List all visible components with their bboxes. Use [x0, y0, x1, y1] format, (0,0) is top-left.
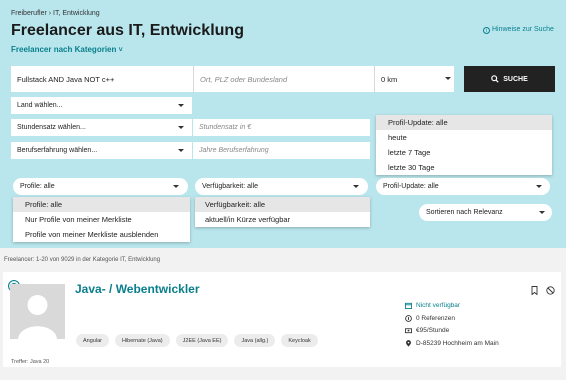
caret-down-icon	[173, 185, 179, 188]
search-button[interactable]: SUCHE	[464, 66, 555, 92]
references-icon	[405, 315, 412, 322]
category-link-label: Freelancer nach Kategorien	[11, 45, 117, 54]
references-text: 0 Referenzen	[416, 315, 456, 322]
skill-tags: Angular Hibernate (Java) J2EE (Java EE) …	[76, 334, 318, 347]
profile-update-filter[interactable]: Profil-Update: alle	[376, 178, 550, 195]
dropdown-option[interactable]: letzte 7 Tage	[376, 145, 552, 160]
hide-icon[interactable]	[546, 282, 555, 295]
dropdown-option[interactable]: Verfügbarkeit: alle	[195, 197, 370, 212]
dropdown-option[interactable]: Profile: alle	[13, 197, 190, 212]
location-input[interactable]: Ort, PLZ oder Bundesland	[194, 66, 374, 92]
dropdown-option[interactable]: Nur Profile von meiner Merkliste	[13, 212, 190, 227]
caret-down-icon	[539, 211, 545, 214]
search-bar: Fullstack AND Java NOT c++ Ort, PLZ oder…	[11, 66, 454, 92]
freelancer-card[interactable]: Java- / Webentwickler Angular Hibernate …	[3, 272, 561, 367]
location-placeholder: Ort, PLZ oder Bundesland	[200, 74, 288, 84]
dropdown-option[interactable]: Profile von meiner Merkliste ausblenden	[13, 227, 190, 242]
keyword-input[interactable]: Fullstack AND Java NOT c++	[11, 66, 193, 92]
availability-dropdown: Verfügbarkeit: alle aktuell/in Kürze ver…	[195, 197, 370, 227]
skill-tag[interactable]: Angular	[76, 334, 109, 347]
chevron-down-icon: ˅	[118, 47, 123, 54]
experience-label: Berufserfahrung wählen...	[17, 147, 98, 154]
profile-update-dropdown: Profil-Update: alle heute letzte 7 Tage …	[376, 115, 552, 175]
hourly-rate-placeholder: Stundensatz in €	[199, 124, 252, 131]
hourly-rate-label: Stundensatz wählen...	[17, 124, 86, 131]
keyword-value: Fullstack AND Java NOT c++	[17, 74, 115, 84]
caret-down-icon	[536, 185, 542, 188]
rate-text: €95/Stunde	[416, 327, 450, 334]
availability-filter-label: Verfügbarkeit: alle	[202, 183, 259, 190]
breadcrumb[interactable]: Freiberufler › IT, Entwicklung	[11, 10, 100, 17]
country-select-label: Land wählen...	[17, 102, 63, 109]
dropdown-option[interactable]: letzte 30 Tage	[376, 160, 552, 175]
skill-tag[interactable]: Keycloak	[281, 334, 318, 347]
dropdown-option[interactable]: aktuell/in Kürze verfügbar	[195, 212, 370, 227]
search-icon	[491, 75, 499, 83]
radius-value: 0 km	[381, 74, 398, 84]
money-icon	[405, 328, 412, 334]
location-text: D-85239 Hochheim am Main	[416, 340, 499, 347]
skill-tag[interactable]: Java (allg.)	[234, 334, 276, 347]
caret-down-icon	[353, 185, 359, 188]
page-title: Freelancer aus IT, Entwicklung	[11, 22, 244, 39]
category-link[interactable]: Freelancer nach Kategorien ˅	[11, 45, 123, 54]
radius-select[interactable]: 0 km	[375, 66, 454, 92]
profile-filter[interactable]: Profile: alle	[13, 178, 188, 195]
calendar-icon	[405, 302, 412, 309]
experience-input[interactable]: Jahre Berufserfahrung	[193, 142, 370, 159]
dropdown-option[interactable]: heute	[376, 130, 552, 145]
availability-text: Nicht verfügbar	[416, 302, 461, 309]
help-link[interactable]: i Hinweise zur Suche	[483, 26, 554, 34]
caret-down-icon	[178, 126, 184, 129]
profile-update-filter-label: Profil-Update: alle	[383, 183, 439, 190]
skill-tag[interactable]: J2EE (Java EE)	[175, 334, 229, 347]
hourly-rate-input[interactable]: Stundensatz in €	[193, 119, 370, 136]
dropdown-option[interactable]: Profil-Update: alle	[376, 115, 552, 130]
profile-filter-label: Profile: alle	[20, 183, 55, 190]
skill-tag[interactable]: Hibernate (Java)	[114, 334, 170, 347]
help-link-label: Hinweise zur Suche	[492, 26, 554, 33]
avatar	[10, 284, 65, 339]
sort-select[interactable]: Sortieren nach Relevanz	[419, 204, 552, 221]
sort-select-label: Sortieren nach Relevanz	[426, 209, 503, 216]
info-icon: i	[483, 27, 490, 34]
experience-placeholder: Jahre Berufserfahrung	[199, 147, 269, 154]
search-hits: Treffer: Java 20	[11, 359, 50, 365]
caret-down-icon	[178, 104, 184, 107]
references: 0 Referenzen	[405, 315, 455, 322]
search-button-label: SUCHE	[503, 75, 528, 83]
caret-down-icon	[178, 149, 184, 152]
bookmark-icon[interactable]	[531, 282, 538, 296]
location-pin-icon	[406, 340, 411, 347]
country-select[interactable]: Land wählen...	[11, 97, 192, 114]
hourly-rate: €95/Stunde	[405, 327, 449, 334]
caret-down-icon	[445, 77, 451, 80]
availability-status: Nicht verfügbar	[405, 302, 460, 309]
experience-select[interactable]: Berufserfahrung wählen...	[11, 142, 192, 159]
location: D-85239 Hochheim am Main	[405, 340, 499, 347]
profile-dropdown: Profile: alle Nur Profile von meiner Mer…	[13, 197, 190, 242]
results-count: Freelancer: 1-20 von 9029 in der Kategor…	[4, 257, 161, 263]
profile-title[interactable]: Java- / Webentwickler	[75, 282, 200, 296]
availability-filter[interactable]: Verfügbarkeit: alle	[195, 178, 368, 195]
hourly-rate-select[interactable]: Stundensatz wählen...	[11, 119, 192, 136]
